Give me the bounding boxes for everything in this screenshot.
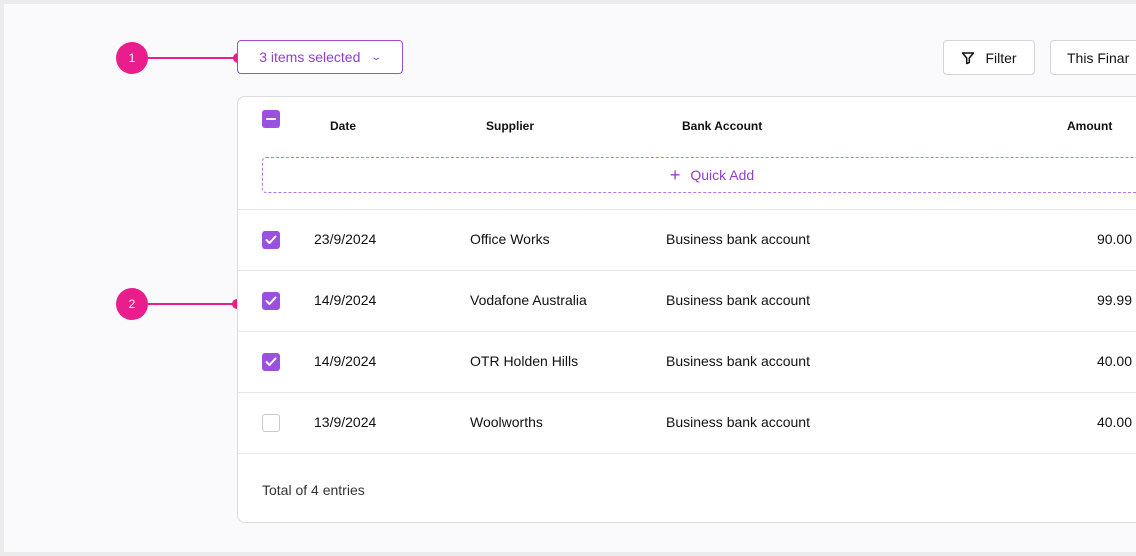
annotation-marker-1: 1 [116,42,148,74]
chevron-down-icon: ⌄ [370,51,383,63]
row-checkbox[interactable] [262,231,280,249]
table-row[interactable]: 14/9/2024 Vodafone Australia Business ba… [238,270,1136,331]
annotation-leader-2 [148,303,236,305]
selection-dropdown[interactable]: 3 items selected ⌄ [237,40,403,74]
date-cell: 23/9/2024 [314,231,377,247]
period-label: This Finar [1067,49,1130,66]
row-checkbox[interactable] [262,353,280,371]
amount-cell: 99.99 [1096,292,1132,308]
row-checkbox[interactable] [262,414,280,432]
annotation-marker-2: 2 [116,288,148,320]
supplier-cell: Woolworths [470,414,543,430]
annotation-leader-1 [148,57,236,59]
row-checkbox[interactable] [262,292,280,310]
supplier-cell: Office Works [470,231,550,247]
quick-add-label: Quick Add [690,167,755,183]
minus-icon [266,118,276,120]
plus-icon: + [669,165,681,185]
checkmark-icon [265,296,277,305]
column-header-bank-account: Bank Account [682,119,763,133]
select-all-checkbox[interactable] [262,110,280,128]
checkmark-icon [265,357,277,366]
amount-cell: 90.00 [1096,231,1132,247]
amount-cell: 40.00 [1096,414,1132,430]
supplier-cell: OTR Holden Hills [470,353,579,369]
canvas: 1 2 3 items selected ⌄ Filter This Finar… [4,4,1136,552]
date-cell: 14/9/2024 [314,292,377,308]
period-dropdown[interactable]: This Finar [1050,40,1136,75]
account-cell: Business bank account [666,231,810,247]
supplier-cell: Vodafone Australia [470,292,587,308]
account-cell: Business bank account [666,353,810,369]
selection-label: 3 items selected [259,49,361,65]
transactions-table: Date Supplier Bank Account Amount + Quic… [237,96,1136,523]
date-cell: 13/9/2024 [314,414,377,430]
filter-button[interactable]: Filter [943,40,1035,75]
quick-add-button[interactable]: + Quick Add [262,157,1136,193]
amount-cell: 40.00 [1096,353,1132,369]
total-entries: Total of 4 entries [262,482,365,498]
date-cell: 14/9/2024 [314,353,377,369]
column-header-date: Date [330,119,357,133]
column-header-supplier: Supplier [486,119,535,133]
account-cell: Business bank account [666,292,810,308]
table-row[interactable]: 23/9/2024 Office Works Business bank acc… [238,209,1136,270]
table-row[interactable]: 14/9/2024 OTR Holden Hills Business bank… [238,331,1136,392]
filter-label: Filter [985,49,1017,66]
filter-icon [962,51,975,64]
table-row[interactable]: 13/9/2024 Woolworths Business bank accou… [238,392,1136,453]
account-cell: Business bank account [666,414,810,430]
footer-divider [238,453,1136,454]
column-header-amount: Amount [1067,119,1113,133]
checkmark-icon [265,235,277,244]
